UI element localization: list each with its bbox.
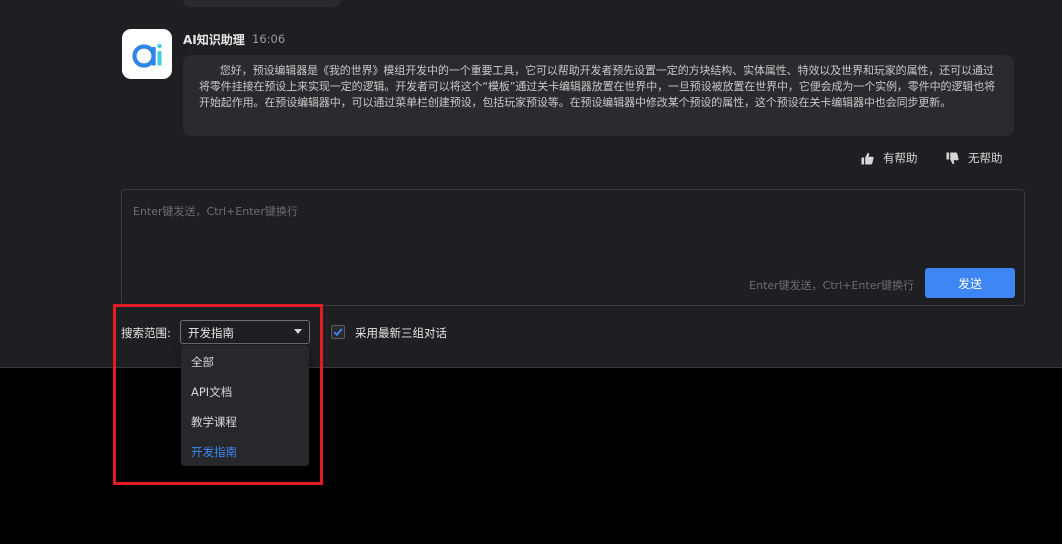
thumbs-down-icon bbox=[946, 152, 959, 164]
message-composer: Enter键发送，Ctrl+Enter键换行 发送 bbox=[121, 189, 1025, 306]
ai-assistant-avatar bbox=[122, 29, 172, 79]
search-scope-label: 搜索范围: bbox=[121, 326, 171, 340]
send-shortcut-hint: Enter键发送，Ctrl+Enter键换行 bbox=[749, 279, 914, 292]
dropdown-option-tutorials[interactable]: 教学课程 bbox=[191, 414, 237, 430]
helpful-label: 有帮助 bbox=[883, 151, 918, 165]
ai-logo-icon bbox=[132, 43, 162, 68]
use-recent-dialogs-checkbox[interactable] bbox=[331, 325, 345, 339]
dropdown-option-dev-guide[interactable]: 开发指南 bbox=[191, 444, 237, 460]
helpful-button[interactable]: 有帮助 bbox=[861, 150, 918, 166]
send-button[interactable]: 发送 bbox=[925, 268, 1015, 298]
use-recent-dialogs-label: 采用最新三组对话 bbox=[355, 326, 447, 340]
dropdown-option-all[interactable]: 全部 bbox=[191, 354, 214, 370]
assistant-message-bubble: 您好，预设编辑器是《我的世界》模组开发中的一个重要工具，它可以帮助开发者预先设置… bbox=[183, 55, 1014, 136]
bot-name: AI知识助理 bbox=[183, 33, 245, 47]
dropdown-option-api-docs[interactable]: API文档 bbox=[191, 384, 232, 400]
search-scope-select[interactable]: 开发指南 bbox=[180, 320, 310, 344]
search-scope-value: 开发指南 bbox=[188, 326, 234, 340]
thumbs-up-icon bbox=[861, 152, 874, 164]
assistant-message-text: 您好，预设编辑器是《我的世界》模组开发中的一个重要工具，它可以帮助开发者预先设置… bbox=[199, 64, 995, 109]
caret-down-icon bbox=[294, 329, 302, 334]
check-icon bbox=[333, 328, 343, 337]
unhelpful-button[interactable]: 无帮助 bbox=[946, 150, 1003, 166]
message-input[interactable] bbox=[122, 190, 1024, 260]
unhelpful-label: 无帮助 bbox=[968, 151, 1003, 165]
chat-panel: AI知识助理 16:06 您好，预设编辑器是《我的世界》模组开发中的一个重要工具… bbox=[0, 0, 1062, 368]
search-scope-dropdown: 全部 API文档 教学课程 开发指南 bbox=[181, 345, 309, 466]
message-timestamp: 16:06 bbox=[252, 32, 286, 46]
previous-message-bubble bbox=[183, 0, 341, 7]
